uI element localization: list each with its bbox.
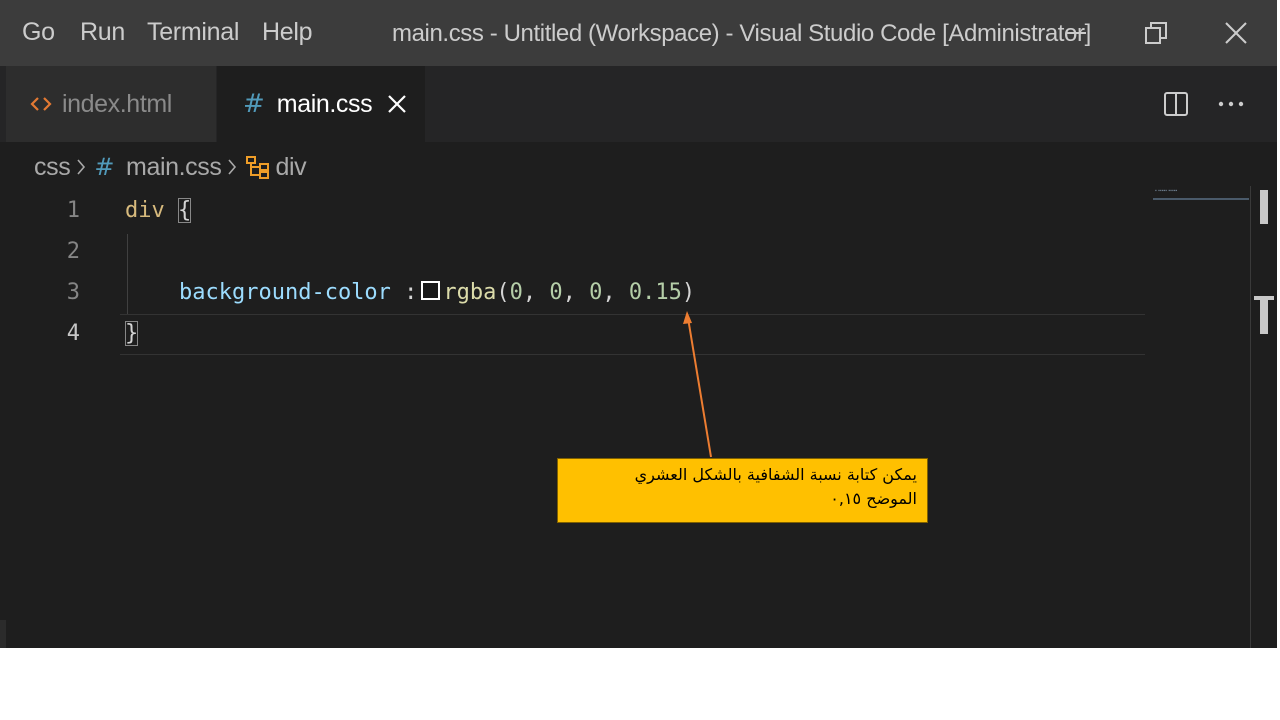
code-text: div { [125,190,192,231]
line-number: 2 [66,239,80,264]
line-number: 3 [66,280,80,305]
code-line: 2 [0,231,1150,272]
hash-icon: # [94,153,115,181]
breadcrumb: css # main.css div [34,150,307,184]
minimap-slider[interactable] [1153,198,1249,200]
code-editor[interactable]: 1 div { 2 3 background-color : rgba(0, 0,… [0,190,1150,640]
html-brackets-icon [30,97,52,111]
separator: , [602,280,629,305]
css-selector: div [125,198,165,223]
window-title: main.css - Untitled (Workspace) - Visual… [392,20,1091,47]
code-line: 4 } [0,313,1150,354]
colon: : [390,280,418,305]
separator: , [562,280,590,305]
annotation-callout: يمكن كتابة نسبة الشفافية بالشكل العشري ا… [557,458,928,523]
number: 0 [509,280,523,305]
code-line: 3 background-color : rgba(0, 0, 0, 0.15) [0,272,1150,313]
code-text: } [125,313,139,354]
vertical-scrollbar[interactable] [1250,186,1251,648]
minimize-button[interactable] [1041,0,1111,66]
restore-icon [1145,22,1167,44]
open-brace: { [178,198,192,223]
breadcrumb-folder[interactable]: css [34,153,71,182]
tab-close-icon[interactable] [387,94,407,114]
paren-close: ) [681,280,696,305]
separator: , [522,280,550,305]
vscode-window: Go Run Terminal Help main.css - Untitled… [0,0,1277,648]
breadcrumb-file[interactable]: main.css [126,153,222,182]
scrollbar-cursor-marker [1260,296,1268,334]
scrollbar-thumb[interactable] [1260,190,1268,224]
color-swatch-icon[interactable] [421,281,441,300]
line-number: 1 [66,198,80,223]
breadcrumb-symbol[interactable]: div [275,153,306,182]
callout-text-line2: الموضح ٠,١٥ [830,489,917,508]
css-property: background-color [179,280,391,305]
alpha-value: 0.15 [628,280,682,305]
chevron-right-icon [227,158,237,176]
tab-main-css[interactable]: # main.css [217,66,425,142]
line-number: 4 [66,321,80,346]
menu-go[interactable]: Go [22,18,55,47]
close-icon [1225,22,1247,44]
minimap[interactable]: ▪ ▪▪▪▪▪ ▪▪▪▪▪ [1155,188,1205,194]
hash-icon: # [243,89,265,119]
title-bar: Go Run Terminal Help main.css - Untitled… [0,0,1277,66]
callout-text-line1: يمكن كتابة نسبة الشفافية بالشكل العشري [634,465,917,484]
chevron-right-icon [76,158,86,176]
tab-label: index.html [62,89,172,118]
css-function: rgba [443,280,497,305]
symbol-class-icon [246,156,270,179]
number: 0 [589,280,603,305]
restore-button[interactable] [1121,0,1191,66]
split-editor-icon[interactable] [1163,91,1189,117]
menu-run[interactable]: Run [80,18,125,47]
scrollbar-cursor-marker [1254,296,1274,300]
number: 0 [549,280,563,305]
menu-help[interactable]: Help [262,18,313,47]
window-edge [0,620,6,648]
minimize-icon [1066,32,1086,34]
code-text: background-color : rgba(0, 0, 0, 0.15) [179,272,695,313]
close-brace: } [125,321,139,346]
menu-terminal[interactable]: Terminal [147,18,239,47]
more-actions-icon[interactable] [1217,100,1245,108]
close-window-button[interactable] [1201,0,1271,66]
paren-open: ( [496,280,510,305]
tab-label: main.css [276,89,373,118]
tab-index-html[interactable]: index.html [6,66,216,142]
code-line: 1 div { [0,190,1150,231]
editor-tab-bar: index.html # main.css [0,66,1277,142]
